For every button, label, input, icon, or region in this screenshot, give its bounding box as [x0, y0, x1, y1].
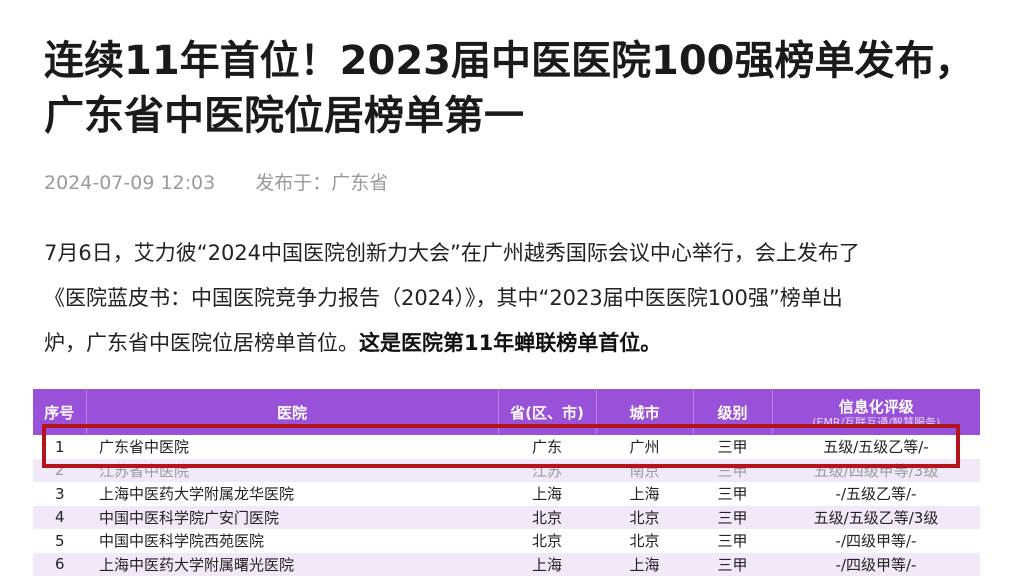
cell-city: 北京: [596, 505, 693, 529]
cell-province: 广东: [498, 435, 596, 459]
cell-hospital: 上海中医药大学附属曙光医院: [86, 552, 498, 576]
article-title: 连续11年首位！2023届中医医院100强榜单发布， 广东省中医院位居榜单第一: [44, 34, 994, 144]
cell-level: 三甲: [693, 458, 772, 482]
cell-level: 三甲: [693, 529, 772, 553]
header-hospital: 医院: [86, 389, 499, 435]
ranking-table-image: 序号 医院 省(区、市) 城市 级别 信息化评级 (EMR/互联互通/智慧服务)…: [33, 389, 980, 584]
cell-no: 2: [33, 458, 86, 482]
cell-hospital: 广东省中医院: [86, 435, 498, 459]
cell-level: 三甲: [693, 505, 772, 529]
header-info-label: 信息化评级: [838, 397, 914, 416]
cell-hospital: 中国中医科学院广安门医院: [86, 505, 498, 529]
cell-level: 三甲: [693, 435, 772, 459]
header-city: 城市: [596, 389, 694, 435]
cell-rating: 五级/五级乙等/-: [772, 435, 980, 459]
cell-province: 北京: [498, 529, 596, 553]
cell-hospital: 上海中医药大学附属龙华医院: [86, 482, 498, 506]
article-paragraph: 7月6日，艾力彼“2024中国医院创新力大会”在广州越秀国际会议中心举行，会上发…: [44, 231, 984, 366]
table-row: 6 上海中医药大学附属曙光医院 上海 上海 三甲 -/四级甲等/-: [33, 552, 980, 576]
cell-province: 北京: [498, 505, 596, 529]
cell-city: 广州: [596, 435, 693, 459]
publish-date: 2024-07-09 12:03: [44, 172, 216, 194]
cell-city: 上海: [596, 482, 693, 506]
header-province: 省(区、市): [498, 389, 597, 435]
cell-rating: -/四级甲等/-: [772, 552, 980, 576]
cell-city: 南京: [596, 458, 693, 482]
cell-province: 上海: [498, 482, 596, 506]
cell-city: 上海: [596, 552, 693, 576]
cell-no: 1: [33, 435, 86, 459]
table-row: 3 上海中医药大学附属龙华医院 上海 上海 三甲 -/五级乙等/-: [33, 482, 980, 506]
cell-no: 5: [33, 529, 86, 553]
cell-rating: -/五级乙等/-: [772, 482, 980, 506]
paragraph-line-3-text: 炉，广东省中医院位居榜单首位。: [44, 331, 359, 355]
header-info-sub: (EMR/互联互通/智慧服务): [812, 415, 941, 429]
cell-level: 三甲: [693, 482, 772, 506]
cell-no: 4: [33, 505, 86, 529]
cell-province: 上海: [498, 552, 596, 576]
cell-province: 江苏: [498, 458, 596, 482]
paragraph-line-3: 炉，广东省中医院位居榜单首位。这是医院第11年蝉联榜单首位。: [44, 321, 984, 366]
ranking-table: 序号 医院 省(区、市) 城市 级别 信息化评级 (EMR/互联互通/智慧服务)…: [33, 389, 980, 576]
title-line-1: 连续11年首位！2023届中医医院100强榜单发布，: [44, 38, 975, 84]
paragraph-line-1: 7月6日，艾力彼“2024中国医院创新力大会”在广州越秀国际会议中心举行，会上发…: [44, 241, 860, 265]
cell-rating: 五级/四级甲等/3级: [772, 458, 980, 482]
cell-rating: 五级/五级乙等/3级: [772, 505, 980, 529]
cell-level: 三甲: [693, 552, 772, 576]
cell-no: 3: [33, 482, 86, 506]
cell-hospital: 江苏省中医院: [86, 458, 498, 482]
cell-no: 6: [33, 552, 86, 576]
table-row: 4 中国中医科学院广安门医院 北京 北京 三甲 五级/五级乙等/3级: [33, 505, 980, 529]
table-row: 1 广东省中医院 广东 广州 三甲 五级/五级乙等/-: [33, 435, 980, 459]
cell-hospital: 中国中医科学院西苑医院: [86, 529, 498, 553]
publish-source: 发布于：广东省: [255, 172, 389, 194]
table-row: 2 江苏省中医院 江苏 南京 三甲 五级/四级甲等/3级: [33, 458, 980, 482]
table-header-row: 序号 医院 省(区、市) 城市 级别 信息化评级 (EMR/互联互通/智慧服务): [33, 389, 980, 435]
table-row: 5 中国中医科学院西苑医院 北京 北京 三甲 -/四级甲等/-: [33, 529, 980, 553]
cell-rating: -/四级甲等/-: [772, 529, 980, 553]
title-line-2: 广东省中医院位居榜单第一: [44, 93, 524, 139]
header-info: 信息化评级 (EMR/互联互通/智慧服务): [772, 389, 980, 435]
paragraph-line-2: 《医院蓝皮书：中国医院竞争力报告（2024）》，其中“2023届中医医院100强…: [44, 286, 843, 310]
header-level: 级别: [693, 389, 773, 435]
article-meta: 2024-07-09 12:03 发布于：广东省: [44, 168, 388, 195]
paragraph-bold-text: 这是医院第11年蝉联榜单首位。: [359, 331, 662, 355]
header-no: 序号: [33, 389, 87, 435]
cell-city: 北京: [596, 529, 693, 553]
